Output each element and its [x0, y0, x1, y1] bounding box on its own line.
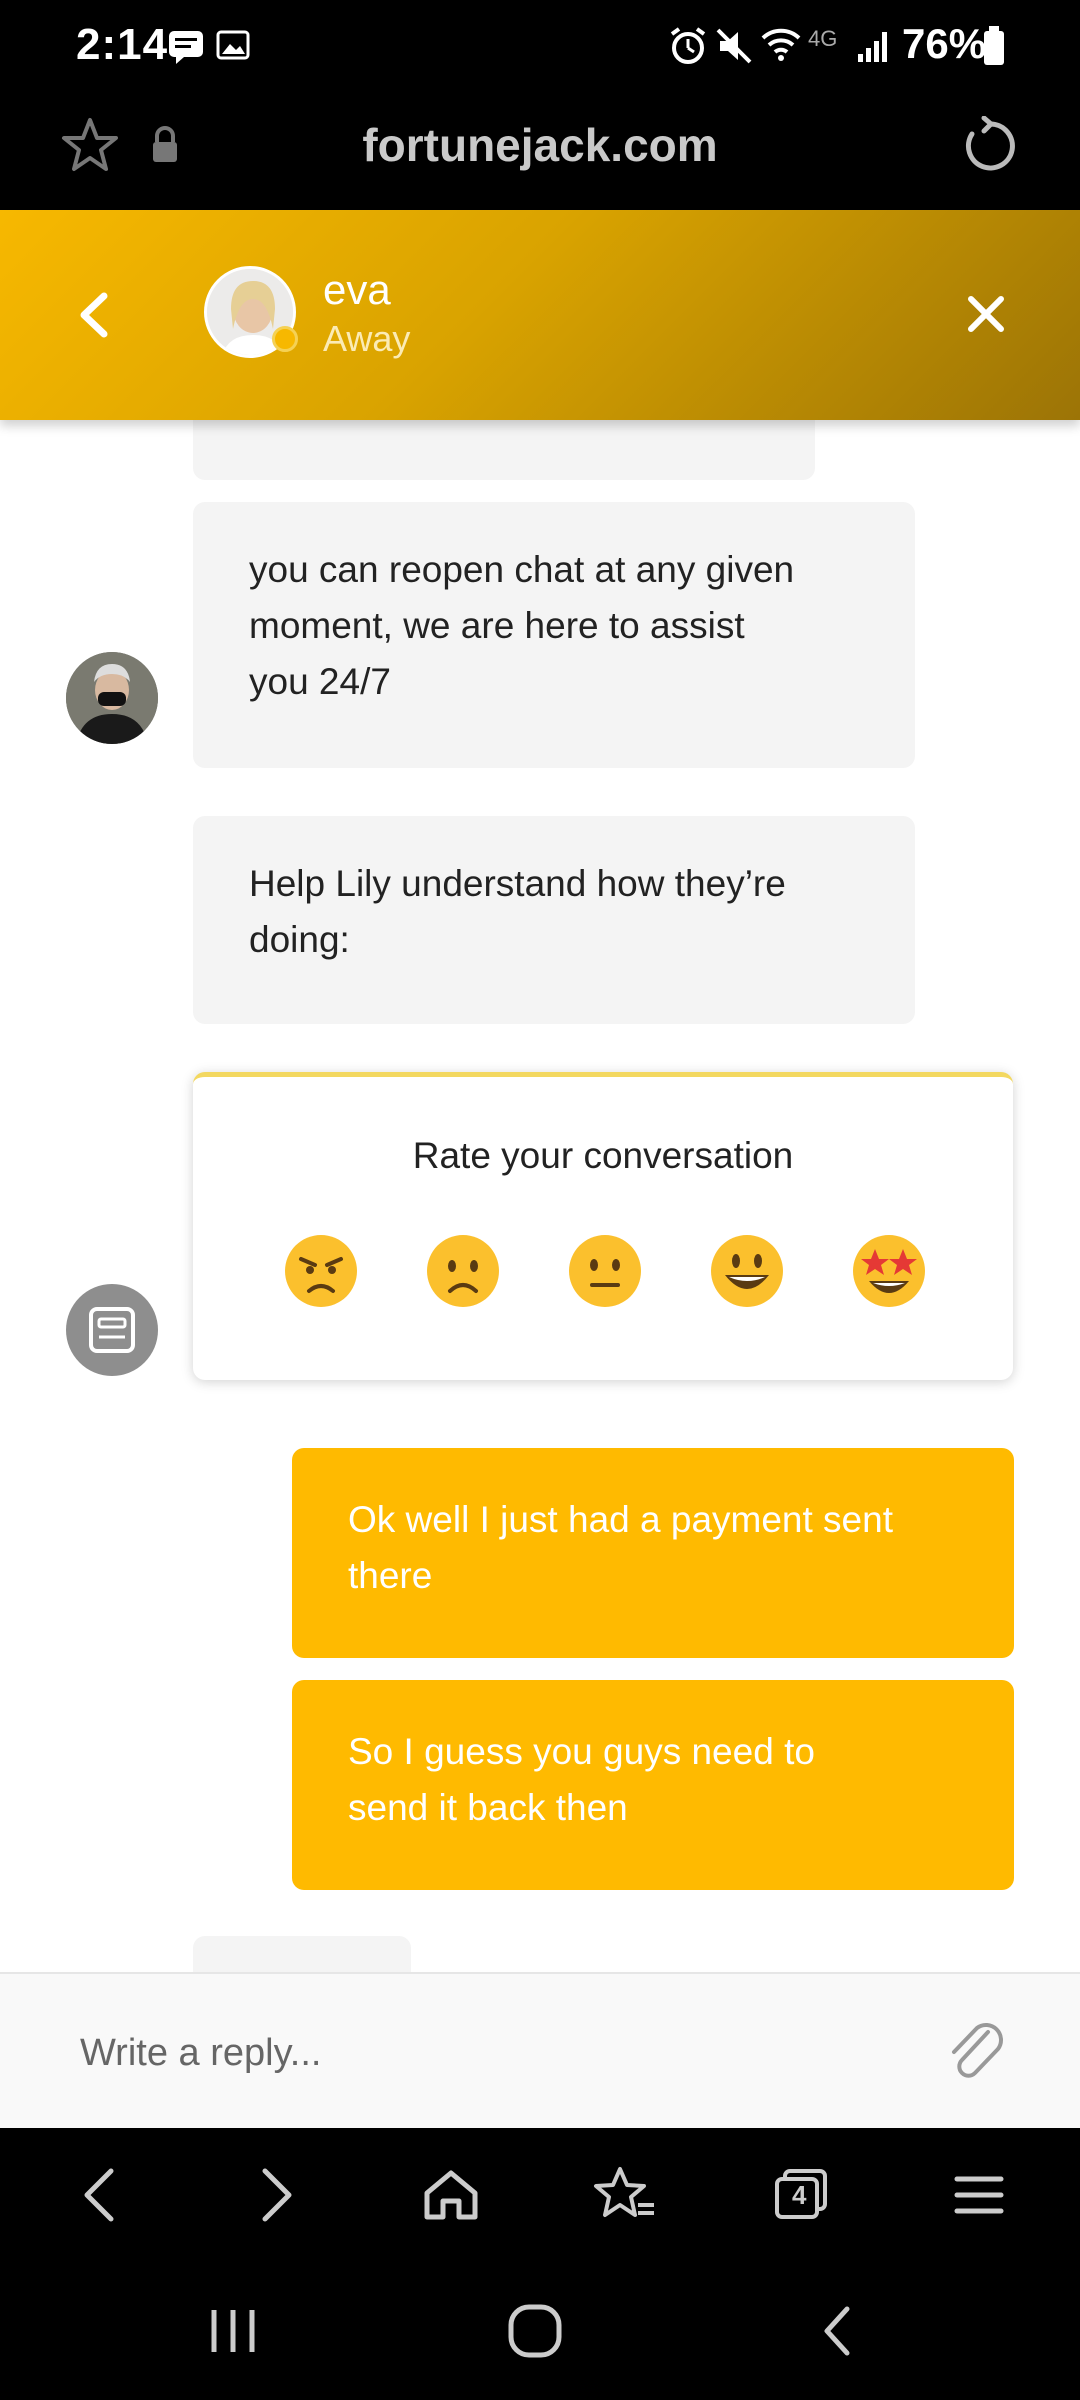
- message-line: there: [348, 1555, 433, 1596]
- reply-input[interactable]: [80, 2018, 900, 2088]
- message-notification-icon: [169, 31, 203, 64]
- home-icon: [424, 2170, 478, 2220]
- agent-photo: [66, 652, 158, 744]
- clock: 2:14: [76, 20, 169, 69]
- arrow-right-icon: [262, 2168, 292, 2222]
- typing-bubble-partial: [193, 1936, 411, 1972]
- agent-message: Help Lily understand how they’re doing:: [193, 816, 915, 1024]
- message-line: Ok well I just had a payment sent: [348, 1499, 893, 1540]
- attachment-paperclip-icon[interactable]: [944, 2016, 1008, 2086]
- message-line: So I guess you guys need to: [348, 1731, 815, 1772]
- wifi-icon: [761, 28, 801, 61]
- tab-count: 4: [792, 2180, 807, 2210]
- bot-icon: [89, 1307, 135, 1353]
- browser-forward-button[interactable]: [232, 2150, 322, 2240]
- browser-tabs-button[interactable]: 4: [756, 2150, 846, 2240]
- message-line: you can reopen chat at any given: [249, 549, 795, 590]
- agent-status: Away: [323, 318, 411, 359]
- user-message: Ok well I just had a payment sent there: [292, 1448, 1014, 1658]
- url-text[interactable]: fortunejack.com: [0, 118, 1080, 172]
- message-line: you 24/7: [249, 661, 391, 702]
- agent-name: eva: [323, 266, 391, 313]
- away-status-dot: [272, 326, 298, 352]
- battery-percent: 76%: [902, 20, 987, 67]
- message-line: doing:: [249, 919, 350, 960]
- chat-header: eva Away: [0, 210, 1080, 420]
- home-circle-icon: [508, 2304, 562, 2358]
- reload-icon[interactable]: [960, 116, 1020, 176]
- signal-strength-icon: [858, 32, 887, 62]
- user-message: So I guess you guys need to send it back…: [292, 1680, 1014, 1890]
- frowning-face-icon[interactable]: [425, 1233, 501, 1309]
- battery-icon: [984, 26, 1004, 65]
- bookmarks-star-icon: [594, 2167, 654, 2217]
- angry-face-icon[interactable]: [283, 1233, 359, 1309]
- back-icon: [824, 2306, 850, 2356]
- alarm-icon: [670, 27, 706, 64]
- recent-apps-icon: [211, 2310, 255, 2352]
- message-line: send it back then: [348, 1787, 628, 1828]
- status-bar: 2:14 4G 76%: [0, 0, 1080, 92]
- browser-menu-button[interactable]: [934, 2150, 1024, 2240]
- network-type: 4G: [808, 26, 838, 51]
- agent-message: you can reopen chat at any given moment,…: [193, 502, 915, 768]
- browser-address-bar: fortunejack.com: [0, 92, 1080, 210]
- system-back-button[interactable]: [792, 2286, 882, 2376]
- recent-apps-button[interactable]: [188, 2286, 278, 2376]
- back-chevron-icon[interactable]: [76, 292, 112, 338]
- browser-back-button[interactable]: [54, 2150, 144, 2240]
- close-icon[interactable]: [966, 294, 1006, 334]
- browser-home-button[interactable]: [406, 2150, 496, 2240]
- reply-composer: [0, 1972, 1080, 2128]
- agent-avatar-small: [66, 652, 158, 744]
- system-navigation-bar: [0, 2264, 1080, 2400]
- browser-bookmarks-button[interactable]: [580, 2150, 670, 2240]
- message-line: Help Lily understand how they’re: [249, 863, 786, 904]
- bot-avatar: [66, 1284, 158, 1376]
- browser-toolbar: 4: [0, 2128, 1080, 2264]
- rating-title: Rate your conversation: [412, 1135, 794, 1176]
- mute-icon: [716, 28, 752, 64]
- smiling-face-icon[interactable]: [709, 1233, 785, 1309]
- home-button[interactable]: [490, 2286, 580, 2376]
- chat-transcript[interactable]: you can reopen chat at any given moment,…: [0, 420, 1080, 1972]
- message-line: moment, we are here to assist: [249, 605, 745, 646]
- rating-card: Rate your conversation: [193, 1072, 1013, 1380]
- arrow-left-icon: [84, 2168, 114, 2222]
- message-bubble-partial: [193, 420, 815, 480]
- neutral-face-icon[interactable]: [567, 1233, 643, 1309]
- star-struck-face-icon[interactable]: [851, 1233, 927, 1309]
- gallery-notification-icon: [216, 30, 250, 60]
- hamburger-menu-icon: [954, 2176, 1004, 2214]
